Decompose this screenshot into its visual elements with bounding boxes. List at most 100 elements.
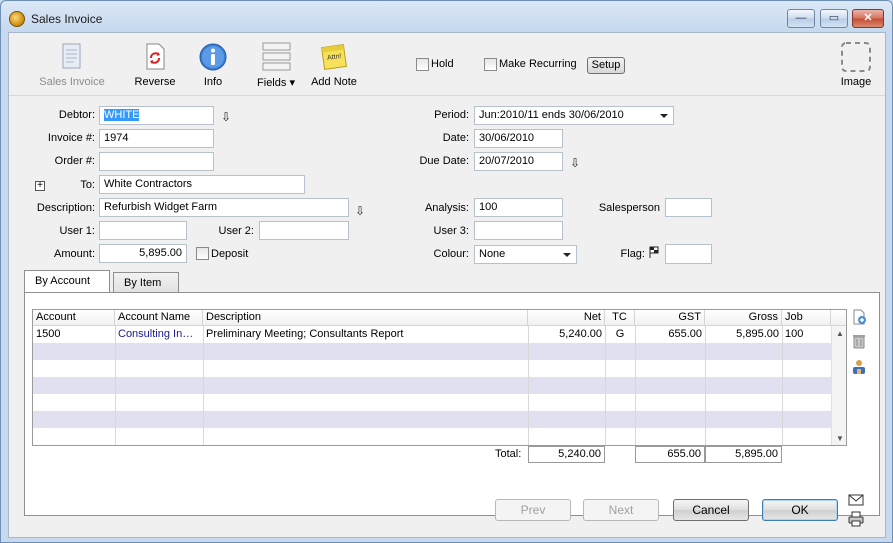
cell-gross[interactable]: 5,895.00 <box>705 326 782 343</box>
add-line-icon[interactable] <box>851 309 867 325</box>
column-header-account-name[interactable]: Account Name <box>115 310 203 326</box>
due-date-field[interactable]: 20/07/2010 <box>474 152 563 171</box>
cell-account[interactable]: 1500 <box>33 326 115 343</box>
invoice-number-field[interactable]: 1974 <box>99 129 214 148</box>
analysis-field[interactable]: 100 <box>474 198 563 217</box>
delete-line-icon[interactable] <box>851 333 867 349</box>
tab-by-item[interactable]: By Item <box>113 272 179 294</box>
salesperson-field[interactable] <box>665 198 712 217</box>
fields-button[interactable]: Fields ▾ <box>255 41 297 89</box>
cell-description[interactable]: Preliminary Meeting; Consultants Report <box>203 326 528 343</box>
deposit-checkbox[interactable] <box>196 247 209 260</box>
add-note-button[interactable]: Attn! Add Note <box>309 41 359 88</box>
invoice-body: Sales Invoice Reverse Info Fields ▾ Attn… <box>8 32 886 538</box>
scroll-up-icon[interactable]: ▲ <box>836 329 844 338</box>
info-button[interactable]: Info <box>197 41 229 88</box>
user2-field[interactable] <box>259 221 349 240</box>
column-divider <box>115 326 116 445</box>
reverse-icon <box>139 41 171 73</box>
column-divider <box>605 326 606 445</box>
line-items-grid: Account Account Name Description Net TC … <box>32 309 847 446</box>
prev-button[interactable]: Prev <box>495 499 571 521</box>
user1-field[interactable] <box>99 221 187 240</box>
make-recurring-checkbox[interactable] <box>484 58 497 71</box>
fields-icon <box>260 41 292 73</box>
sales-invoice-tool[interactable]: Sales Invoice <box>39 41 105 88</box>
table-row[interactable] <box>33 411 831 428</box>
total-label: Total: <box>495 448 522 460</box>
note-icon: Attn! <box>318 41 350 73</box>
column-header-gst[interactable]: GST <box>635 310 705 326</box>
ok-button[interactable]: OK <box>762 499 838 521</box>
salesperson-label: Salesperson <box>598 202 660 214</box>
order-number-field[interactable] <box>99 152 214 171</box>
expand-address-icon[interactable]: + <box>35 181 45 191</box>
cell-gst[interactable]: 655.00 <box>635 326 705 343</box>
cancel-button[interactable]: Cancel <box>673 499 749 521</box>
column-header-gross[interactable]: Gross <box>705 310 782 326</box>
reverse-button[interactable]: Reverse <box>134 41 176 88</box>
maximize-button[interactable]: ▭ <box>820 9 848 28</box>
app-icon <box>9 11 25 27</box>
toolbar: Sales Invoice Reverse Info Fields ▾ Attn… <box>9 33 885 95</box>
scroll-down-icon[interactable]: ▼ <box>836 434 844 443</box>
total-gross: 5,895.00 <box>705 446 782 463</box>
image-button[interactable]: Image <box>837 41 875 88</box>
table-row[interactable] <box>33 360 831 377</box>
table-row[interactable]: 1500 Consulting In… Preliminary Meeting;… <box>33 326 831 343</box>
minimize-button[interactable]: — <box>787 9 815 28</box>
description-lookup-icon[interactable]: ⇩ <box>355 205 365 217</box>
add-note-label: Add Note <box>311 76 357 88</box>
cell-account-name[interactable]: Consulting In… <box>115 326 203 343</box>
next-button[interactable]: Next <box>583 499 659 521</box>
column-header-description[interactable]: Description <box>203 310 528 326</box>
to-field[interactable]: White Contractors <box>99 175 305 194</box>
column-header-net[interactable]: Net <box>528 310 605 326</box>
amount-field[interactable]: 5,895.00 <box>99 244 187 263</box>
setup-button[interactable]: Setup <box>587 57 625 74</box>
column-divider <box>528 326 529 445</box>
column-divider <box>782 326 783 445</box>
flag-icon <box>649 246 659 261</box>
debtor-lookup-icon[interactable]: ⇩ <box>221 111 231 123</box>
tab-by-account[interactable]: By Account <box>24 270 110 294</box>
table-row[interactable] <box>33 394 831 411</box>
flag-label: Flag: <box>620 248 645 260</box>
print-icon[interactable] <box>848 511 864 527</box>
column-divider <box>203 326 204 445</box>
hold-checkbox[interactable] <box>416 58 429 71</box>
table-row[interactable] <box>33 377 831 394</box>
title-bar: Sales Invoice — ▭ ✕ <box>1 1 892 35</box>
allocate-icon[interactable] <box>851 359 867 375</box>
period-select[interactable]: Jun:2010/11 ends 30/06/2010 <box>474 106 674 125</box>
flag-field[interactable] <box>665 244 712 264</box>
email-icon[interactable] <box>848 493 864 509</box>
column-header-job[interactable]: Job <box>782 310 831 326</box>
date-label: Date: <box>442 132 469 144</box>
debtor-field[interactable]: WHITE <box>99 106 214 125</box>
period-label: Period: <box>434 109 469 121</box>
column-header-account[interactable]: Account <box>33 310 115 326</box>
table-row[interactable] <box>33 428 831 445</box>
due-date-lookup-icon[interactable]: ⇩ <box>570 157 580 169</box>
cell-net[interactable]: 5,240.00 <box>528 326 605 343</box>
image-placeholder-icon <box>840 41 872 73</box>
make-recurring-label: Make Recurring <box>499 58 577 70</box>
user3-field[interactable] <box>474 221 563 240</box>
by-account-panel: Account Account Name Description Net TC … <box>24 292 880 516</box>
cell-job[interactable]: 100 <box>782 326 831 343</box>
close-button[interactable]: ✕ <box>852 9 884 28</box>
cell-tc[interactable]: G <box>605 326 635 343</box>
grid-scrollbar[interactable]: ▲ ▼ <box>831 326 846 445</box>
column-divider <box>635 326 636 445</box>
colour-select[interactable]: None <box>474 245 577 264</box>
description-field[interactable]: Refurbish Widget Farm <box>99 198 349 217</box>
fields-label: Fields <box>257 77 287 89</box>
date-field[interactable]: 30/06/2010 <box>474 129 563 148</box>
toolbar-divider <box>9 95 885 96</box>
column-header-tc[interactable]: TC <box>605 310 635 326</box>
hold-label: Hold <box>431 58 454 70</box>
colour-label: Colour: <box>433 248 469 260</box>
table-row[interactable] <box>33 343 831 360</box>
user1-label: User 1: <box>59 225 95 237</box>
